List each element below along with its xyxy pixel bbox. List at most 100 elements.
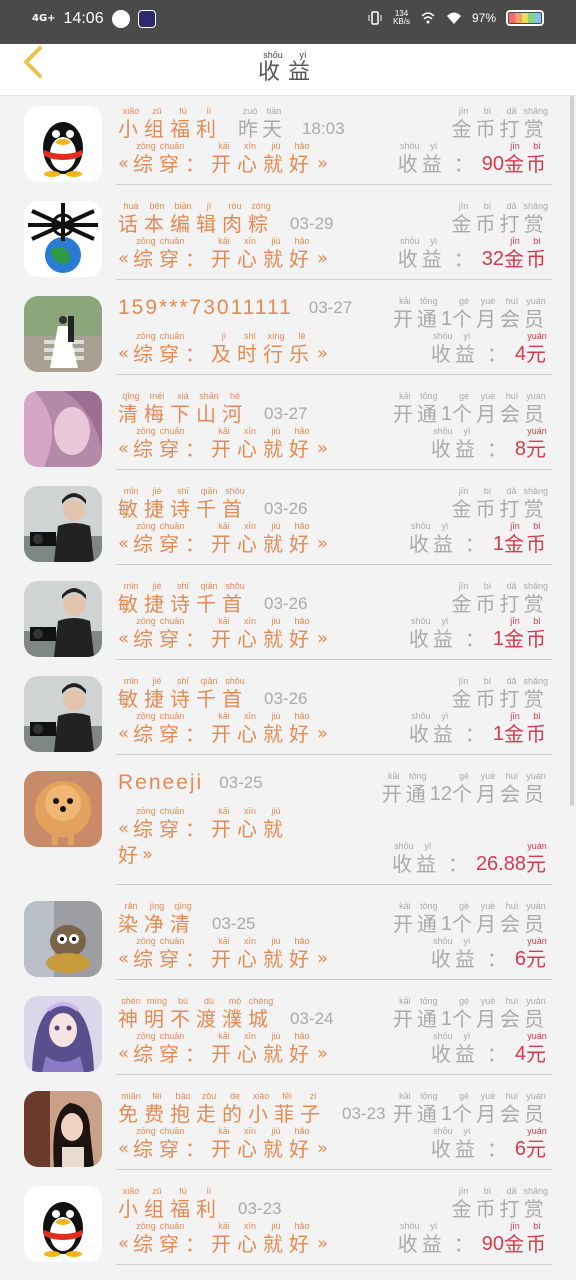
ruby-char: shí 时 [237, 331, 263, 366]
hanzi: 小 [248, 1102, 274, 1126]
ruby-char: zōng 综 [133, 236, 159, 271]
pinyin: jīn [510, 141, 520, 151]
scrollbar[interactable] [570, 96, 574, 806]
reward-label: jīn 金 bì 币 dǎ 打 shǎng 赏 [451, 486, 548, 521]
list-item[interactable]: mǐn 敏 jié 捷 shī 诗 qiān 千 shǒu 首 03-26 «zōng 综 chuān 穿 … [0, 571, 576, 666]
ruby-char: lè 乐 [289, 331, 315, 366]
ruby-char: xīn 心 [237, 1126, 263, 1161]
colon: ： [486, 1137, 507, 1161]
hanzi: 个 [452, 912, 476, 936]
ruby-char: chuān 穿 [159, 426, 185, 461]
hanzi: 穿 [159, 1042, 186, 1066]
list-item[interactable]: miǎn 免 fèi 费 bào 抱 zǒu 走 de 的 xiǎo 小 fēi 菲 zi 子 03-23 «zō… [0, 1081, 576, 1176]
pinyin: yì [441, 616, 449, 626]
list-item[interactable]: 159***73011111 03-27 «zōng 综 chuān 穿 ： jí 及 shí 时… [0, 286, 576, 381]
colon: ： [486, 342, 507, 366]
ruby-char: mǐn 敏 [118, 676, 144, 711]
hanzi: 开 [392, 402, 417, 426]
pinyin [197, 711, 200, 722]
amount-value: 32 [481, 248, 504, 270]
ruby-char: yuè 月 [476, 996, 500, 1031]
pinyin: shǎng [523, 1186, 548, 1196]
income-list[interactable]: xiǎo 小 zǔ 组 fú 福 lì 利 zuó 昨 tiān 天 18:03 «zōng 综 chuān 穿… [0, 96, 576, 1280]
bracket-open: « [118, 1233, 130, 1254]
hanzi: 开 [392, 1007, 417, 1031]
hanzi: 利 [196, 1197, 222, 1221]
list-item[interactable]: mǐn 敏 jié 捷 shī 诗 qiān 千 shǒu 首 03-26 «zōng 综 chuān 穿 … [0, 476, 576, 571]
ruby-char: hǎo 好 [289, 936, 315, 971]
work-title: «zōng 综 chuān 穿 ： jí 及 shí 时 xíng 行 lè 乐» [118, 331, 328, 366]
ruby-char: hǎo 好 [289, 141, 315, 176]
ruby-char: gè 个 [452, 296, 476, 331]
hanzi: 组 [144, 1197, 170, 1221]
pinyin: xīn [244, 711, 257, 721]
list-item[interactable]: xiǎo 小 zǔ 组 fú 福 lì 利 03-23 «zōng 综 chuān 穿 ： kāi 开 xīn… [0, 1176, 576, 1271]
reward-type: jīn 金 bì 币 dǎ 打 shǎng 赏 [451, 581, 548, 616]
pinyin: yì [441, 521, 449, 531]
hanzi: 诗 [170, 687, 196, 711]
ruby-char: jiù 就 [263, 1126, 289, 1161]
hanzi: 捷 [144, 592, 170, 616]
ruby-char: qiān 千 [196, 581, 222, 616]
pinyin: bì [483, 486, 492, 496]
hanzi: 金 [504, 532, 526, 556]
ruby-char: qiān 千 [196, 486, 222, 521]
list-item[interactable]: huà 话 běn 本 biān 编 jí 辑 ròu 肉 zòng 粽 03-29 «zōng 综 chuā… [0, 191, 576, 286]
list-item[interactable]: rǎn 染 jìng 净 qīng 清 03-25 «zōng 综 chuān 穿 ： kāi 开 xīn… [0, 891, 576, 986]
ruby-char: yuán 元 [526, 1031, 548, 1066]
list-item[interactable]: Reneeji 03-25 «zōng 综 chuān 穿 ： kāi 开 xīn 心 jiù 就好»… [0, 761, 576, 891]
colon: ： [453, 247, 474, 271]
pinyin: jiù [271, 1221, 281, 1231]
work-name-wrap: 好 [118, 843, 138, 867]
reward-type: jīn 金 bì 币 dǎ 打 shǎng 赏 [451, 486, 548, 521]
hanzi: 员 [524, 1007, 548, 1031]
hanzi: 抱 [170, 1102, 196, 1126]
ruby-char: dǎ 打 [499, 106, 523, 141]
item-header: qīng 清 méi 梅 xià 下 shān 山 hé 河 03-27 [118, 391, 307, 426]
list-item[interactable]: qīng 清 méi 梅 xià 下 shān 山 hé 河 03-27 «zōng 综 chuān 穿 ：… [0, 381, 576, 476]
pinyin: jí [206, 201, 212, 211]
amount-value: 1 [492, 533, 504, 555]
hanzi: 利 [196, 117, 222, 141]
reward-label: jīn 金 bì 币 dǎ 打 shǎng 赏 [451, 106, 548, 141]
ruby-char: kāi 开 [211, 236, 237, 271]
reward-label: jīn 金 bì 币 dǎ 打 shǎng 赏 [451, 581, 548, 616]
hanzi: 好 [289, 1042, 316, 1066]
purple-anime-avatar-image [24, 996, 102, 1072]
pinyin: mǐn [123, 486, 139, 496]
skeleton-globe-avatar-image [24, 201, 102, 277]
hanzi: 元 [526, 342, 548, 366]
hanzi: 打 [499, 592, 524, 616]
ruby-char: ： [185, 141, 211, 176]
amount-value: 90 [481, 153, 504, 175]
pinyin: yuán [527, 426, 547, 436]
ruby-char: kāi 开 [393, 901, 417, 936]
hanzi: 金 [504, 722, 526, 746]
ruby-char: dǎ 打 [499, 486, 523, 521]
ruby-char: kāi 开 [211, 936, 237, 971]
list-item[interactable]: shén 神 míng 明 bù 不 dù 渡 mò 濮 chéng 城 03-24 «zōng 综 chuā… [0, 986, 576, 1081]
pinyin: zōng [136, 1221, 156, 1231]
list-item[interactable]: xiǎo 小 zǔ 组 fú 福 lì 利 zuó 昨 tiān 天 18:03 «zōng 综 chuān 穿… [0, 96, 576, 191]
income-label: shōu 收 yì 益 [398, 141, 446, 176]
pinyin: bào [175, 1091, 191, 1101]
pinyin: rǎn [124, 901, 138, 911]
ruby-char: kāi 开 [211, 1221, 237, 1256]
pinyin: xīn [244, 141, 257, 151]
hanzi: 赏 [523, 212, 548, 236]
income-label: shōu 收 yì 益 [431, 331, 479, 366]
pinyin: chuān [159, 236, 185, 246]
ruby-char: mò 濮 [222, 996, 248, 1031]
ruby-char: shǎng 赏 [523, 676, 548, 711]
hanzi: 金 [504, 247, 526, 271]
pinyin: bì [483, 106, 492, 116]
ruby-char: jiù 就 [263, 141, 289, 176]
pinyin: hǎo [294, 1126, 310, 1136]
hanzi: 综 [133, 532, 160, 556]
bracket-close: » [317, 438, 329, 459]
date-text: 03-29 [290, 214, 334, 233]
pinyin: chuān [159, 1221, 185, 1231]
ruby-char: hǎo 好 [289, 616, 315, 651]
list-item[interactable]: mǐn 敏 jié 捷 shī 诗 qiān 千 shǒu 首 03-26 «zōng 综 chuān 穿 … [0, 666, 576, 761]
bracket-open: « [118, 1138, 130, 1159]
